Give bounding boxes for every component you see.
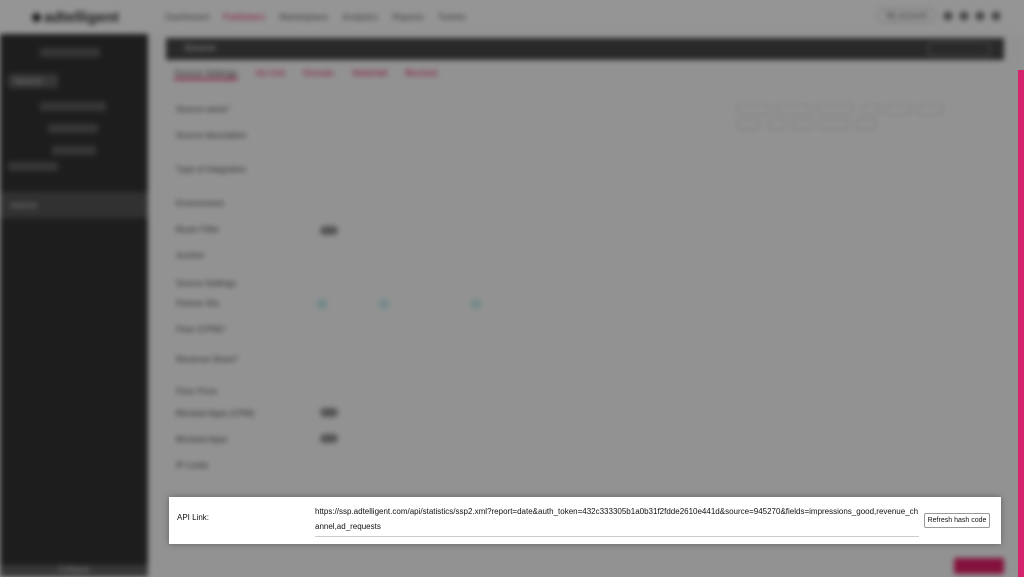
scroll-indicator <box>1018 70 1024 577</box>
api-link-field[interactable]: https://ssp.adtelligent.com/api/statisti… <box>315 504 919 537</box>
modal-overlay <box>0 0 1024 577</box>
api-link-panel: API Link: https://ssp.adtelligent.com/ap… <box>169 497 1001 544</box>
refresh-hash-button[interactable]: Refresh hash code <box>924 513 990 528</box>
api-link-label: API Link: <box>177 513 210 522</box>
